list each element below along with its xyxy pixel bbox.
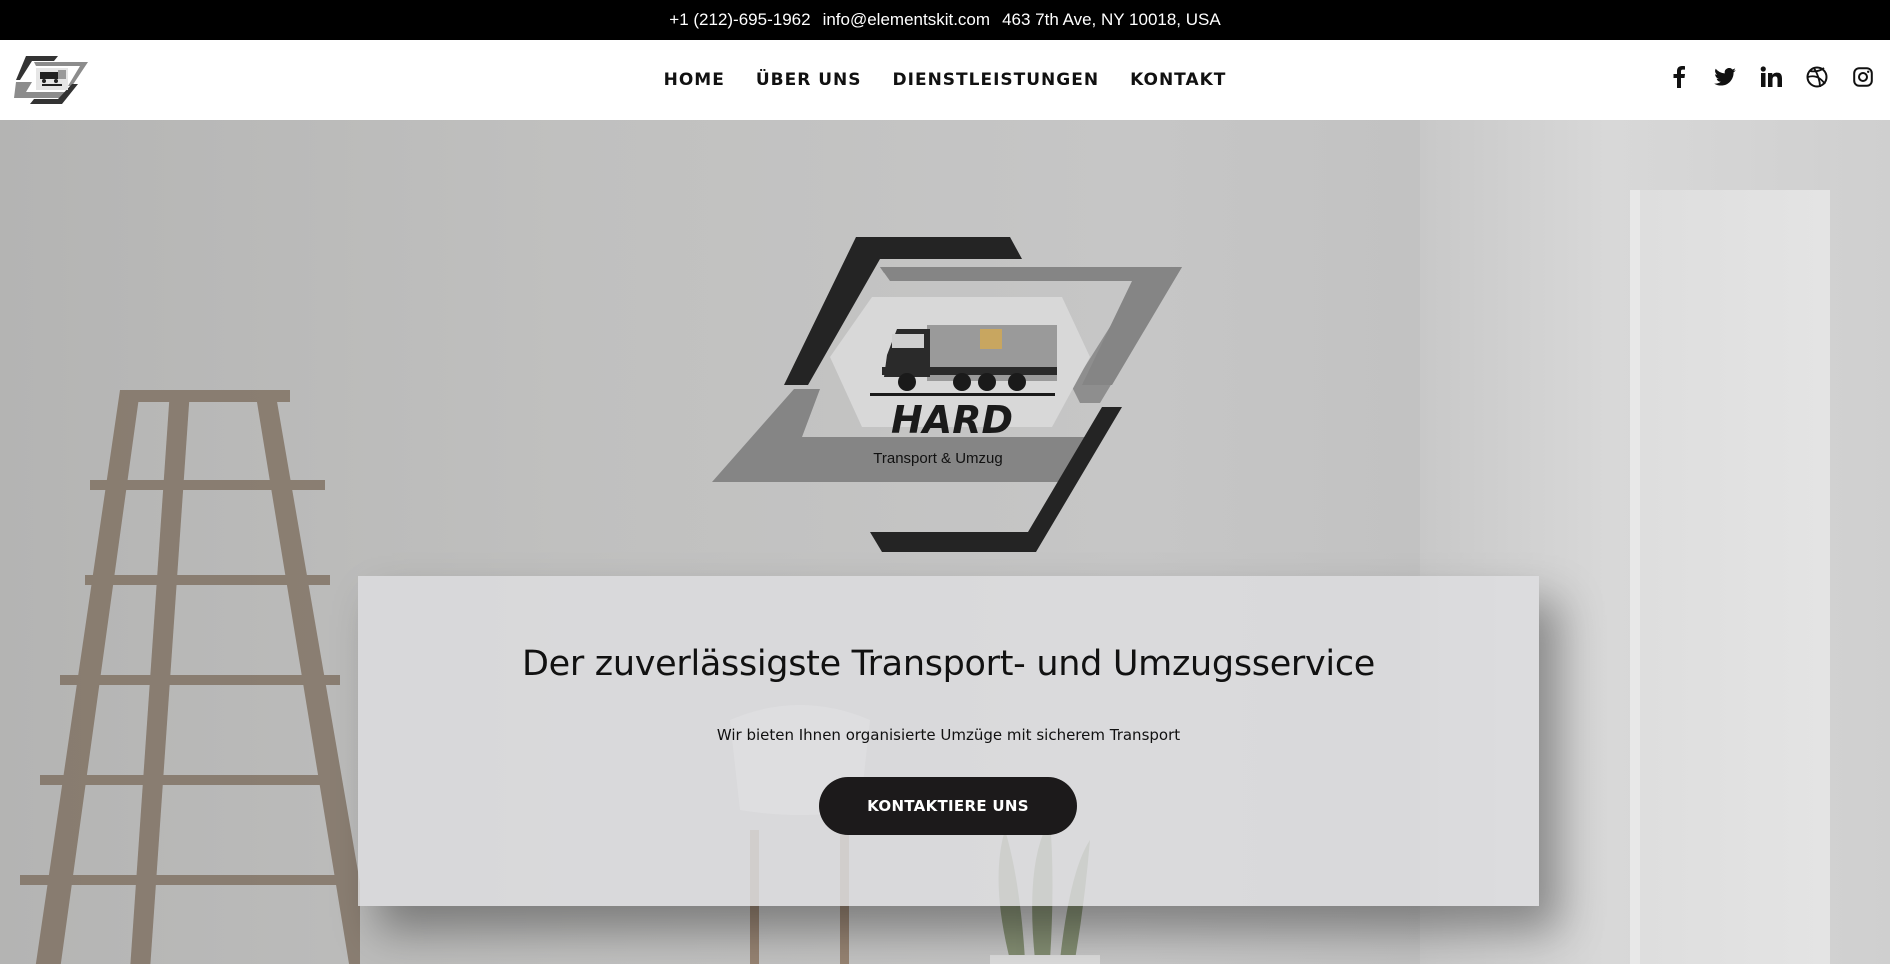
twitter-icon[interactable] [1714, 66, 1736, 88]
social-links [1668, 66, 1874, 88]
nav-item-about[interactable]: ÜBER UNS [756, 70, 862, 90]
nav-item-services[interactable]: DIENSTLEISTUNGEN [893, 70, 1100, 90]
nav-item-home[interactable]: HOME [664, 70, 725, 90]
street-address: 463 7th Ave, NY 10018, USA [1002, 10, 1221, 29]
main-navbar: HOME ÜBER UNS DIENSTLEISTUNGEN KONTAKT [0, 40, 1890, 120]
ladder-illustration [20, 390, 360, 964]
primary-menu: HOME ÜBER UNS DIENSTLEISTUNGEN KONTAKT [0, 40, 1890, 120]
email-address[interactable]: info@elementskit.com [823, 10, 991, 30]
linkedin-icon[interactable] [1760, 66, 1782, 88]
hero-content-card: Der zuverlässigste Transport- und Umzugs… [358, 576, 1539, 906]
hero-heading: Der zuverlässigste Transport- und Umzugs… [521, 644, 1376, 684]
facebook-icon[interactable] [1668, 66, 1690, 88]
site-logo[interactable] [14, 54, 90, 106]
instagram-icon[interactable] [1852, 66, 1874, 88]
nav-item-contact[interactable]: KONTAKT [1130, 70, 1226, 90]
hero-logo-brand: HARD [891, 398, 1013, 442]
dribbble-icon[interactable] [1806, 66, 1828, 88]
phone-number[interactable]: +1 (212)-695-1962 [669, 10, 810, 30]
hero-logo-tagline: Transport & Umzug [873, 450, 1003, 467]
hero-subtext: Wir bieten Ihnen organisierte Umzüge mit… [716, 726, 1181, 744]
hero-section: HARD Transport & Umzug Der zuverlässigst… [0, 120, 1890, 964]
hero-background-window [1630, 190, 1830, 964]
top-contact-bar: +1 (212)-695-1962 info@elementskit.com 4… [0, 0, 1890, 40]
contact-us-button[interactable]: KONTAKTIERE UNS [819, 777, 1077, 835]
hero-logo: HARD Transport & Umzug [712, 237, 1186, 557]
